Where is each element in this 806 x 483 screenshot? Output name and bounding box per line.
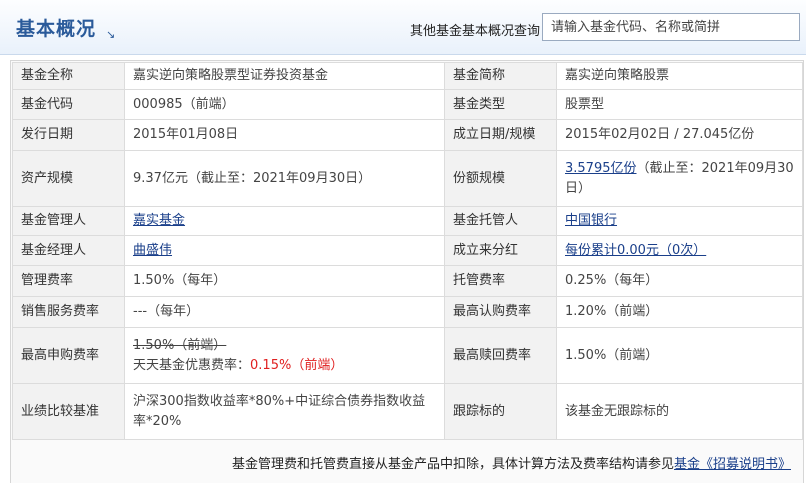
- label-tracking-target: 跟踪标的: [444, 383, 557, 440]
- label-manager-company: 基金管理人: [12, 206, 125, 236]
- value-manager-company: 嘉实基金: [124, 206, 445, 236]
- value-fund-type: 股票型: [556, 89, 803, 120]
- value-share-size: 3.5795亿份（截止至：2021年09月30日）: [556, 150, 803, 207]
- value-purchase-fee: 1.50%（前端） 天天基金优惠费率：0.15%（前端）: [124, 327, 445, 384]
- custodian-link[interactable]: 中国银行: [565, 213, 617, 228]
- table-row: 基金全称 嘉实逆向策略股票型证券投资基金 基金简称 嘉实逆向策略股票: [12, 62, 803, 90]
- label-inception: 成立日期/规模: [444, 119, 557, 151]
- value-issue-date: 2015年01月08日: [124, 119, 445, 151]
- value-fund-manager: 曲盛伟: [124, 235, 445, 266]
- value-subscription-fee: 1.20%（前端）: [556, 296, 803, 328]
- label-benchmark: 业绩比较基准: [12, 383, 125, 440]
- table-row: 基金经理人 曲盛伟 成立来分红 每份累计0.00元（0次）: [12, 235, 803, 266]
- table-row: 最高申购费率 1.50%（前端） 天天基金优惠费率：0.15%（前端） 最高赎回…: [12, 327, 803, 384]
- section-header: 基本概况 ↘ 其他基金基本概况查询：: [0, 0, 806, 55]
- label-fund-type: 基金类型: [444, 89, 557, 120]
- fee-note-text: 基金管理费和托管费直接从基金产品中扣除，具体计算方法及费率结构请参见: [231, 457, 674, 472]
- discount-rate-line: 天天基金优惠费率：0.15%（前端）: [133, 356, 436, 376]
- value-redemption-fee: 1.50%（前端）: [556, 327, 803, 384]
- label-custodian: 基金托管人: [444, 206, 557, 236]
- section-title: 基本概况: [16, 18, 97, 40]
- discount-label: 天天基金优惠费率：: [133, 357, 251, 373]
- label-custody-fee: 托管费率: [444, 265, 557, 297]
- original-purchase-fee: 1.50%（前端）: [133, 337, 227, 353]
- fund-info-table: 基金全称 嘉实逆向策略股票型证券投资基金 基金简称 嘉实逆向策略股票 基金代码 …: [12, 62, 803, 440]
- value-full-name: 嘉实逆向策略股票型证券投资基金: [124, 62, 445, 90]
- value-asset-size: 9.37亿元（截止至：2021年09月30日）: [124, 150, 445, 207]
- dividends-link[interactable]: 每份累计0.00元（0次）: [565, 243, 706, 258]
- table-row: 发行日期 2015年01月08日 成立日期/规模 2015年02月02日 / 2…: [12, 119, 803, 151]
- table-row: 销售服务费率 ---（每年） 最高认购费率 1.20%（前端）: [12, 296, 803, 328]
- value-dividends: 每份累计0.00元（0次）: [556, 235, 803, 266]
- label-redemption-fee: 最高赎回费率: [444, 327, 557, 384]
- fund-overview-page: 基本概况 ↘ 其他基金基本概况查询： 基金全称 嘉实逆向策略股票型证券投资基金 …: [0, 0, 806, 483]
- search-label: 其他基金基本概况查询：: [410, 24, 554, 39]
- label-dividends: 成立来分红: [444, 235, 557, 266]
- prospectus-link[interactable]: 基金《招募说明书》: [674, 457, 791, 472]
- table-row: 资产规模 9.37亿元（截止至：2021年09月30日） 份额规模 3.5795…: [12, 150, 803, 207]
- share-size-link[interactable]: 3.5795亿份: [565, 161, 637, 176]
- value-benchmark: 沪深300指数收益率*80%+中证综合债券指数收益率*20%: [124, 383, 445, 440]
- fund-info-panel: 基金全称 嘉实逆向策略股票型证券投资基金 基金简称 嘉实逆向策略股票 基金代码 …: [10, 60, 804, 483]
- value-fund-code: 000985（前端）: [124, 89, 445, 120]
- value-sales-fee: ---（每年）: [124, 296, 445, 328]
- label-management-fee: 管理费率: [12, 265, 125, 297]
- label-asset-size: 资产规模: [12, 150, 125, 207]
- value-management-fee: 1.50%（每年）: [124, 265, 445, 297]
- table-row: 管理费率 1.50%（每年） 托管费率 0.25%（每年）: [12, 265, 803, 297]
- label-fund-manager: 基金经理人: [12, 235, 125, 266]
- label-sales-fee: 销售服务费率: [12, 296, 125, 328]
- value-custody-fee: 0.25%（每年）: [556, 265, 803, 297]
- label-share-size: 份额规模: [444, 150, 557, 207]
- value-inception: 2015年02月02日 / 27.045亿份: [556, 119, 803, 151]
- arrow-icon: ↘: [106, 28, 116, 41]
- label-full-name: 基金全称: [12, 62, 125, 90]
- fee-note: 基金管理费和托管费直接从基金产品中扣除，具体计算方法及费率结构请参见基金《招募说…: [11, 451, 803, 479]
- fund-manager-link[interactable]: 曲盛伟: [133, 243, 172, 258]
- discount-value: 0.15%（前端）: [250, 357, 344, 373]
- value-short-name: 嘉实逆向策略股票: [556, 62, 803, 90]
- manager-company-link[interactable]: 嘉实基金: [133, 213, 185, 228]
- label-subscription-fee: 最高认购费率: [444, 296, 557, 328]
- label-short-name: 基金简称: [444, 62, 557, 90]
- fund-search-input[interactable]: [542, 13, 800, 41]
- label-fund-code: 基金代码: [12, 89, 125, 120]
- label-issue-date: 发行日期: [12, 119, 125, 151]
- value-tracking-target: 该基金无跟踪标的: [556, 383, 803, 440]
- value-custodian: 中国银行: [556, 206, 803, 236]
- table-row: 业绩比较基准 沪深300指数收益率*80%+中证综合债券指数收益率*20% 跟踪…: [12, 383, 803, 440]
- table-row: 基金代码 000985（前端） 基金类型 股票型: [12, 89, 803, 120]
- table-row: 基金管理人 嘉实基金 基金托管人 中国银行: [12, 206, 803, 236]
- label-purchase-fee: 最高申购费率: [12, 327, 125, 384]
